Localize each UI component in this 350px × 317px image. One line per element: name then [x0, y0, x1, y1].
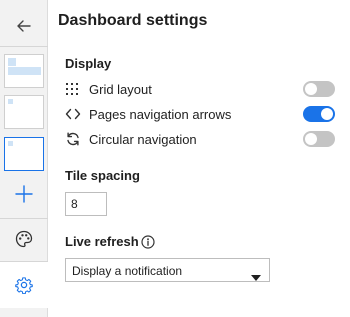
- rail-divider: [0, 46, 48, 47]
- add-page-button[interactable]: [0, 176, 48, 212]
- tile-spacing-heading: Tile spacing: [65, 168, 140, 183]
- back-arrow-icon: [16, 18, 32, 34]
- left-rail: [0, 0, 48, 317]
- option-label: Grid layout: [89, 81, 152, 97]
- settings-button-inner: [0, 267, 48, 303]
- circular-navigation-toggle[interactable]: [303, 131, 335, 147]
- code-arrows-icon: [65, 106, 85, 122]
- pages-navigation-arrows-toggle[interactable]: [303, 106, 335, 122]
- palette-icon: [15, 230, 33, 248]
- plus-icon: [15, 185, 33, 203]
- grid-dots-icon: [65, 81, 85, 97]
- page-thumbnail-2[interactable]: [4, 95, 44, 129]
- option-circular-navigation: Circular navigation: [65, 129, 335, 149]
- theme-button[interactable]: [0, 221, 48, 257]
- page-thumbnail-3[interactable]: [4, 137, 44, 171]
- settings-panel: Dashboard settings Display Grid layout P…: [49, 0, 350, 317]
- back-button[interactable]: [0, 8, 48, 44]
- settings-button[interactable]: [0, 262, 48, 308]
- live-refresh-selected-value: Display a notification: [72, 264, 183, 278]
- option-pages-navigation-arrows: Pages navigation arrows: [65, 104, 335, 124]
- option-label: Circular navigation: [89, 131, 197, 147]
- page-thumbnail-1[interactable]: [4, 54, 44, 88]
- panel-title: Dashboard settings: [58, 12, 208, 29]
- circular-arrows-icon: [65, 131, 85, 147]
- caret-down-icon: [251, 268, 261, 286]
- gear-icon: [15, 276, 33, 294]
- live-refresh-heading: Live refresh: [65, 234, 139, 249]
- option-label: Pages navigation arrows: [89, 106, 232, 122]
- tile-spacing-input[interactable]: [65, 192, 107, 216]
- live-refresh-select[interactable]: Display a notification: [65, 258, 270, 282]
- grid-layout-toggle[interactable]: [303, 81, 335, 97]
- display-heading: Display: [65, 56, 112, 71]
- rail-divider: [0, 218, 48, 219]
- option-grid-layout: Grid layout: [65, 79, 335, 99]
- info-icon[interactable]: [141, 235, 155, 249]
